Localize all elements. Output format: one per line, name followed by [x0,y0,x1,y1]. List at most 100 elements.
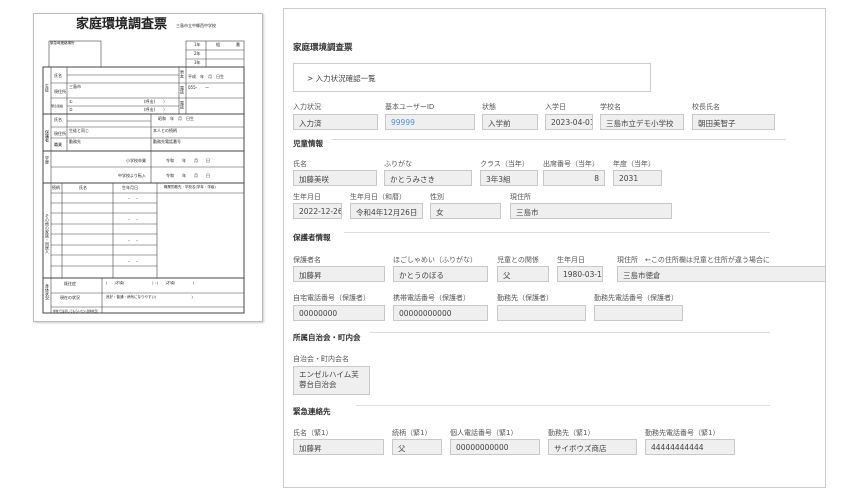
principal-name-label: 校長氏名 [692,103,720,111]
paper-fam-dot: ・ ・ [127,238,139,243]
attendance-number-field[interactable]: 8 [543,170,605,186]
paper-reiwa2: 令和 年 月 日 [166,173,210,178]
paper-job: 職業 [54,142,62,147]
section-guardian-info: 保護者情報 [293,233,331,242]
paper-fam-header: 氏名 [79,185,87,190]
paper-form-image: 家庭環境調査票 三島市立中郷西中学校 緊急時連絡場所 1年 2年 3年 組 番 … [33,13,263,322]
emergency-workplace-field[interactable]: サイボウズ商店 [548,439,637,455]
paper-current-value: 良好・普通・病気になりやすい( ) [106,295,193,299]
guardian-address-label: 現住所 ←この住所欄は児童と住所が違う場合に [617,256,770,264]
paper-guardian-rel: 本人との続柄 [153,128,177,133]
paper-grade: 1年 [194,42,201,47]
workplace-phone-field[interactable] [594,305,683,321]
paper-fam-dot: ・ ・ [127,196,139,201]
input-status-field[interactable]: 入力済 [293,114,378,130]
paper-emergency-label: 緊急連絡 [51,104,64,108]
fiscal-year-field[interactable]: 2031 [613,170,662,186]
paper-guardian-address: 現住所 [54,131,66,136]
paper-fam-dot: ・ ・ [127,259,139,264]
guardian-address-field[interactable]: 三島市徳倉 [617,266,826,282]
paper-grade: 3年 [194,60,201,65]
paper-workplace: 勤務先 [69,139,81,144]
paper-jh-transfer: 中学校より転入 [118,173,146,178]
paper-guardian-addr-value: 生徒と同じ [69,128,89,133]
principal-name-field[interactable]: 朝田美智子 [692,114,775,130]
paper-name-label: 氏名 [54,73,62,78]
paper-phone: 電話 [180,86,185,94]
paper-elem-grad: 小学校卒業 [126,158,146,163]
class-label: クラス（当年） [480,160,529,168]
guardian-name-label: 保護者名 [293,256,321,264]
paper-history-label: 学歴 [45,156,50,164]
paper-current: 現在の状況 [60,295,80,300]
home-phone-field[interactable]: 00000000 [293,305,385,321]
emergency-phone-field[interactable]: 00000000000 [450,439,540,455]
birth-date-wareki-field[interactable]: 令和4年12月26日 [350,203,423,219]
birth-date-wareki-label: 生年月日（和暦） [350,193,406,201]
emergency-relationship-field[interactable]: 父 [392,439,442,455]
base-user-id-field[interactable]: 99999 [385,114,475,130]
paper-guardian-name: 氏名 [54,117,62,122]
section-divider [370,332,770,333]
school-name-label: 学校名 [600,103,621,111]
paper-work-phone: 勤務先電話番号 [153,139,181,144]
guardian-furigana-label: ほごしゃめい（ふりがな） [393,256,477,264]
state-field[interactable]: 入学前 [482,114,538,130]
guardian-workplace-field[interactable] [497,305,586,321]
input-status-list-toggle[interactable]: > 入力状況確認一覧 [293,63,651,92]
enrollment-date-field[interactable]: 2023-04-01 [545,114,593,130]
section-neighborhood-assoc: 所属自治会・町内会 [293,333,361,342]
relationship-field[interactable]: 父 [497,266,549,282]
paper-address-value: 三島市 [69,84,81,89]
attendance-number-label: 出席番号（当年） [543,160,599,168]
paper-contact-rel: (呼出) ） [144,107,168,112]
neighborhood-assoc-field[interactable]: エンゼルハイム芙蓉台自治会 [293,366,370,395]
child-name-label: 氏名 [293,160,307,168]
guardian-furigana-field[interactable]: かとうのぼる [393,266,488,282]
child-name-field[interactable]: 加藤美咲 [293,170,377,186]
workplace-phone-label: 勤務先電話番号（保護者） [594,294,678,302]
emergency-phone-label: 個人電話番号（緊1） [450,429,518,437]
child-furigana-label: ふりがな [384,160,412,168]
input-status-label: 入力状況 [293,103,321,111]
paper-family-label: その他の家族・同居人 [45,214,50,254]
birth-date-field[interactable]: 2022-12-26 [293,203,342,219]
emergency-name-label: 氏名（緊1） [293,429,333,437]
gender-field[interactable]: 女 [430,203,501,219]
emergency-workplace-label: 勤務先（緊1） [548,429,595,437]
paper-kumi: 組 [216,42,220,47]
enrollment-date-label: 入学日 [545,103,566,111]
section-child-info: 児童情報 [293,139,323,148]
section-divider [356,405,770,406]
paper-student-label: 生徒 [45,84,50,92]
guardian-name-field[interactable]: 加藤昇 [293,266,385,282]
mobile-phone-field[interactable]: 00000000000 [393,305,488,321]
mobile-phone-label: 携帯電話番号（保護者） [393,294,470,302]
paper-birth: 平成 年 月 日生 [188,74,224,79]
emergency-workplace-phone-field[interactable]: 44444444444 [645,439,735,455]
paper-contact-rel: (呼出) ） [144,99,168,104]
section-emergency-contact: 緊急連絡先 [293,407,331,416]
paper-school: 三島市立中郷西中学校 [176,23,216,28]
paper-fam-header: 職業勤務先・学校名(学年・学級) [164,185,216,189]
school-name-field[interactable]: 三島市立デモ小学校 [600,114,684,130]
paper-showa: 昭和 年 月 日生 [158,116,194,121]
class-field[interactable]: 3年3組 [480,170,538,186]
paper-address-label: 現住所 [54,89,66,94]
paper-grade: 2年 [194,51,201,56]
current-address-field[interactable]: 三島市 [510,203,672,219]
paper-note: 学校で注意してもらいたい身体状況 [53,309,98,313]
state-label: 状態 [482,103,496,111]
current-address-label: 現住所 [510,193,531,201]
paper-fam-dot: ・ ・ [127,217,139,222]
form-title: 家庭環境調査票 [293,43,353,53]
guardian-birth-date-label: 生年月日 [557,256,585,264]
base-user-id-label: 基本ユーザーID [385,103,435,111]
paper-phone2: 電話 [180,101,185,109]
guardian-birth-date-field[interactable]: 1980-03-10 [557,266,603,282]
child-furigana-field[interactable]: かとうみさき [384,170,472,186]
paper-health-label: 身体状況 [45,284,50,300]
emergency-name-field[interactable]: 加藤昇 [293,439,384,455]
birth-date-label: 生年月日 [293,193,321,201]
guardian-workplace-label: 勤務先（保護者） [497,294,553,302]
